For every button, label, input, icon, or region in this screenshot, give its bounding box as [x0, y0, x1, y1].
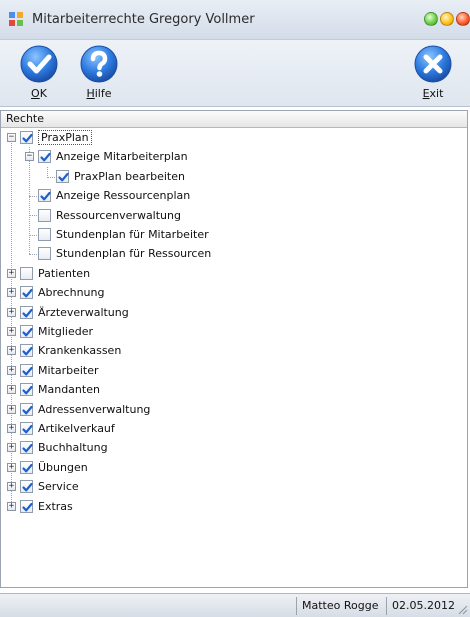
window-title: Mitarbeiterrechte Gregory Vollmer — [32, 12, 255, 27]
tree-item[interactable]: − Anzeige Mitarbeiterplan — [1, 147, 467, 166]
close-window-button[interactable] — [456, 12, 470, 26]
collapse-icon[interactable]: − — [7, 133, 16, 142]
tree-item-label: Stundenplan für Ressourcen — [56, 247, 212, 261]
tree-item-label: Mitglieder — [38, 325, 93, 338]
minimize-button[interactable] — [424, 12, 438, 26]
tree-item[interactable]: PraxPlan bearbeiten — [1, 167, 467, 186]
checkbox-checked[interactable] — [20, 286, 33, 300]
tree-item-label: Abrechnung — [38, 286, 105, 300]
status-date: 02.05.2012 — [386, 597, 455, 615]
checkbox-unchecked[interactable] — [38, 228, 51, 241]
tree-item-label: Anzeige Ressourcenplan — [56, 189, 191, 203]
tree-item-label: Mitarbeiter — [38, 363, 99, 377]
question-circle-icon — [80, 45, 118, 83]
help-label: Hilfe — [86, 87, 112, 100]
app-icon — [9, 12, 23, 26]
tree-item-label: PraxPlan — [38, 130, 92, 145]
checkbox-checked[interactable] — [20, 363, 33, 377]
expand-icon[interactable]: + — [7, 501, 16, 511]
tree-item-label: Service — [38, 480, 79, 494]
tree-item-label: Adressenverwaltung — [38, 402, 151, 416]
x-circle-icon — [414, 45, 452, 83]
checkbox-checked[interactable] — [20, 383, 33, 397]
tree-item[interactable]: − PraxPlan — [1, 128, 467, 147]
tree-item[interactable]: + Service — [1, 477, 467, 496]
tree-item[interactable]: + Übungen — [1, 458, 467, 477]
check-circle-icon — [20, 45, 58, 83]
tree-item[interactable]: Stundenplan für Ressourcen — [1, 244, 467, 263]
status-user: Matteo Rogge — [296, 597, 386, 615]
checkbox-checked[interactable] — [20, 422, 33, 435]
checkbox-checked[interactable] — [20, 499, 33, 513]
title-bar: Mitarbeiterrechte Gregory Vollmer — [0, 0, 470, 40]
tree-item-label: Patienten — [38, 266, 91, 280]
tree-item[interactable]: Anzeige Ressourcenplan — [1, 186, 467, 205]
tree-item-label: Ärzteverwaltung — [38, 305, 129, 319]
checkbox-unchecked[interactable] — [38, 208, 51, 222]
checkbox-unchecked[interactable] — [20, 266, 33, 280]
expand-icon[interactable]: + — [7, 482, 16, 492]
expand-icon[interactable]: + — [7, 346, 16, 356]
checkbox-checked[interactable] — [20, 460, 33, 474]
tree-item[interactable]: + Krankenkassen — [1, 341, 467, 360]
tree-item-label: Übungen — [38, 460, 88, 474]
expand-icon[interactable]: + — [7, 288, 16, 298]
expand-icon[interactable]: + — [7, 307, 16, 317]
expand-icon[interactable]: + — [7, 462, 16, 472]
tree-item-label: Mandanten — [38, 383, 100, 397]
checkbox-checked[interactable] — [20, 441, 33, 455]
expand-icon[interactable]: + — [7, 385, 16, 395]
expand-icon[interactable]: + — [7, 268, 16, 278]
tree-item[interactable]: + Adressenverwaltung — [1, 400, 467, 419]
toolbar: OK Hilfe Exit — [0, 40, 470, 107]
checkbox-checked[interactable] — [20, 305, 33, 319]
ok-label: OK — [31, 87, 47, 100]
exit-label: Exit — [422, 87, 444, 100]
checkbox-checked[interactable] — [20, 131, 33, 144]
expand-icon[interactable]: + — [7, 404, 16, 414]
rights-tree[interactable]: Rechte − PraxPlan − Anzeige Mitarbeiterplan… — [0, 110, 468, 588]
checkbox-checked[interactable] — [56, 169, 69, 183]
tree-item[interactable]: Stundenplan für Mitarbeiter — [1, 225, 467, 244]
resize-grip-icon[interactable] — [456, 603, 468, 615]
tree-item[interactable]: + Ärzteverwaltung — [1, 303, 467, 322]
exit-button[interactable]: Exit — [408, 44, 458, 104]
tree-item[interactable]: + Artikelverkauf — [1, 419, 467, 438]
expand-icon[interactable]: + — [7, 327, 16, 336]
tree-item-label: Artikelverkauf — [38, 422, 115, 435]
checkbox-checked[interactable] — [20, 480, 33, 494]
tree-item[interactable]: + Buchhaltung — [1, 438, 467, 457]
expand-icon[interactable]: + — [7, 443, 16, 453]
tree-column-header[interactable]: Rechte — [1, 111, 467, 128]
status-bar: Matteo Rogge 02.05.2012 — [0, 593, 470, 617]
checkbox-checked[interactable] — [20, 402, 33, 416]
help-button[interactable]: Hilfe — [74, 44, 124, 104]
maximize-button[interactable] — [440, 12, 454, 26]
tree-item[interactable]: + Mitarbeiter — [1, 361, 467, 380]
tree-item-label: Ressourcenverwaltung — [56, 208, 181, 222]
tree-item-label: Anzeige Mitarbeiterplan — [56, 150, 188, 164]
tree-item-label: Buchhaltung — [38, 441, 108, 455]
tree-item[interactable]: + Extras — [1, 497, 467, 516]
tree-item-label: Stundenplan für Mitarbeiter — [56, 228, 209, 241]
tree-item-label: Extras — [38, 499, 73, 513]
collapse-icon[interactable]: − — [25, 152, 34, 162]
tree-item[interactable]: + Patienten — [1, 264, 467, 283]
expand-icon[interactable]: + — [7, 365, 16, 375]
tree-item[interactable]: Ressourcenverwaltung — [1, 206, 467, 225]
tree-item-label: PraxPlan bearbeiten — [74, 169, 185, 183]
checkbox-checked[interactable] — [20, 344, 33, 358]
tree-item[interactable]: + Abrechnung — [1, 283, 467, 302]
expand-icon[interactable]: + — [7, 424, 16, 433]
ok-button[interactable]: OK — [14, 44, 64, 104]
checkbox-checked[interactable] — [38, 189, 51, 203]
checkbox-unchecked[interactable] — [38, 247, 51, 261]
tree-item-label: Krankenkassen — [38, 344, 122, 358]
checkbox-checked[interactable] — [38, 150, 51, 164]
tree-body: − PraxPlan − Anzeige Mitarbeiterplan PraxPla… — [1, 128, 467, 587]
tree-item[interactable]: + Mitglieder — [1, 322, 467, 341]
checkbox-checked[interactable] — [20, 325, 33, 338]
tree-item[interactable]: + Mandanten — [1, 380, 467, 399]
